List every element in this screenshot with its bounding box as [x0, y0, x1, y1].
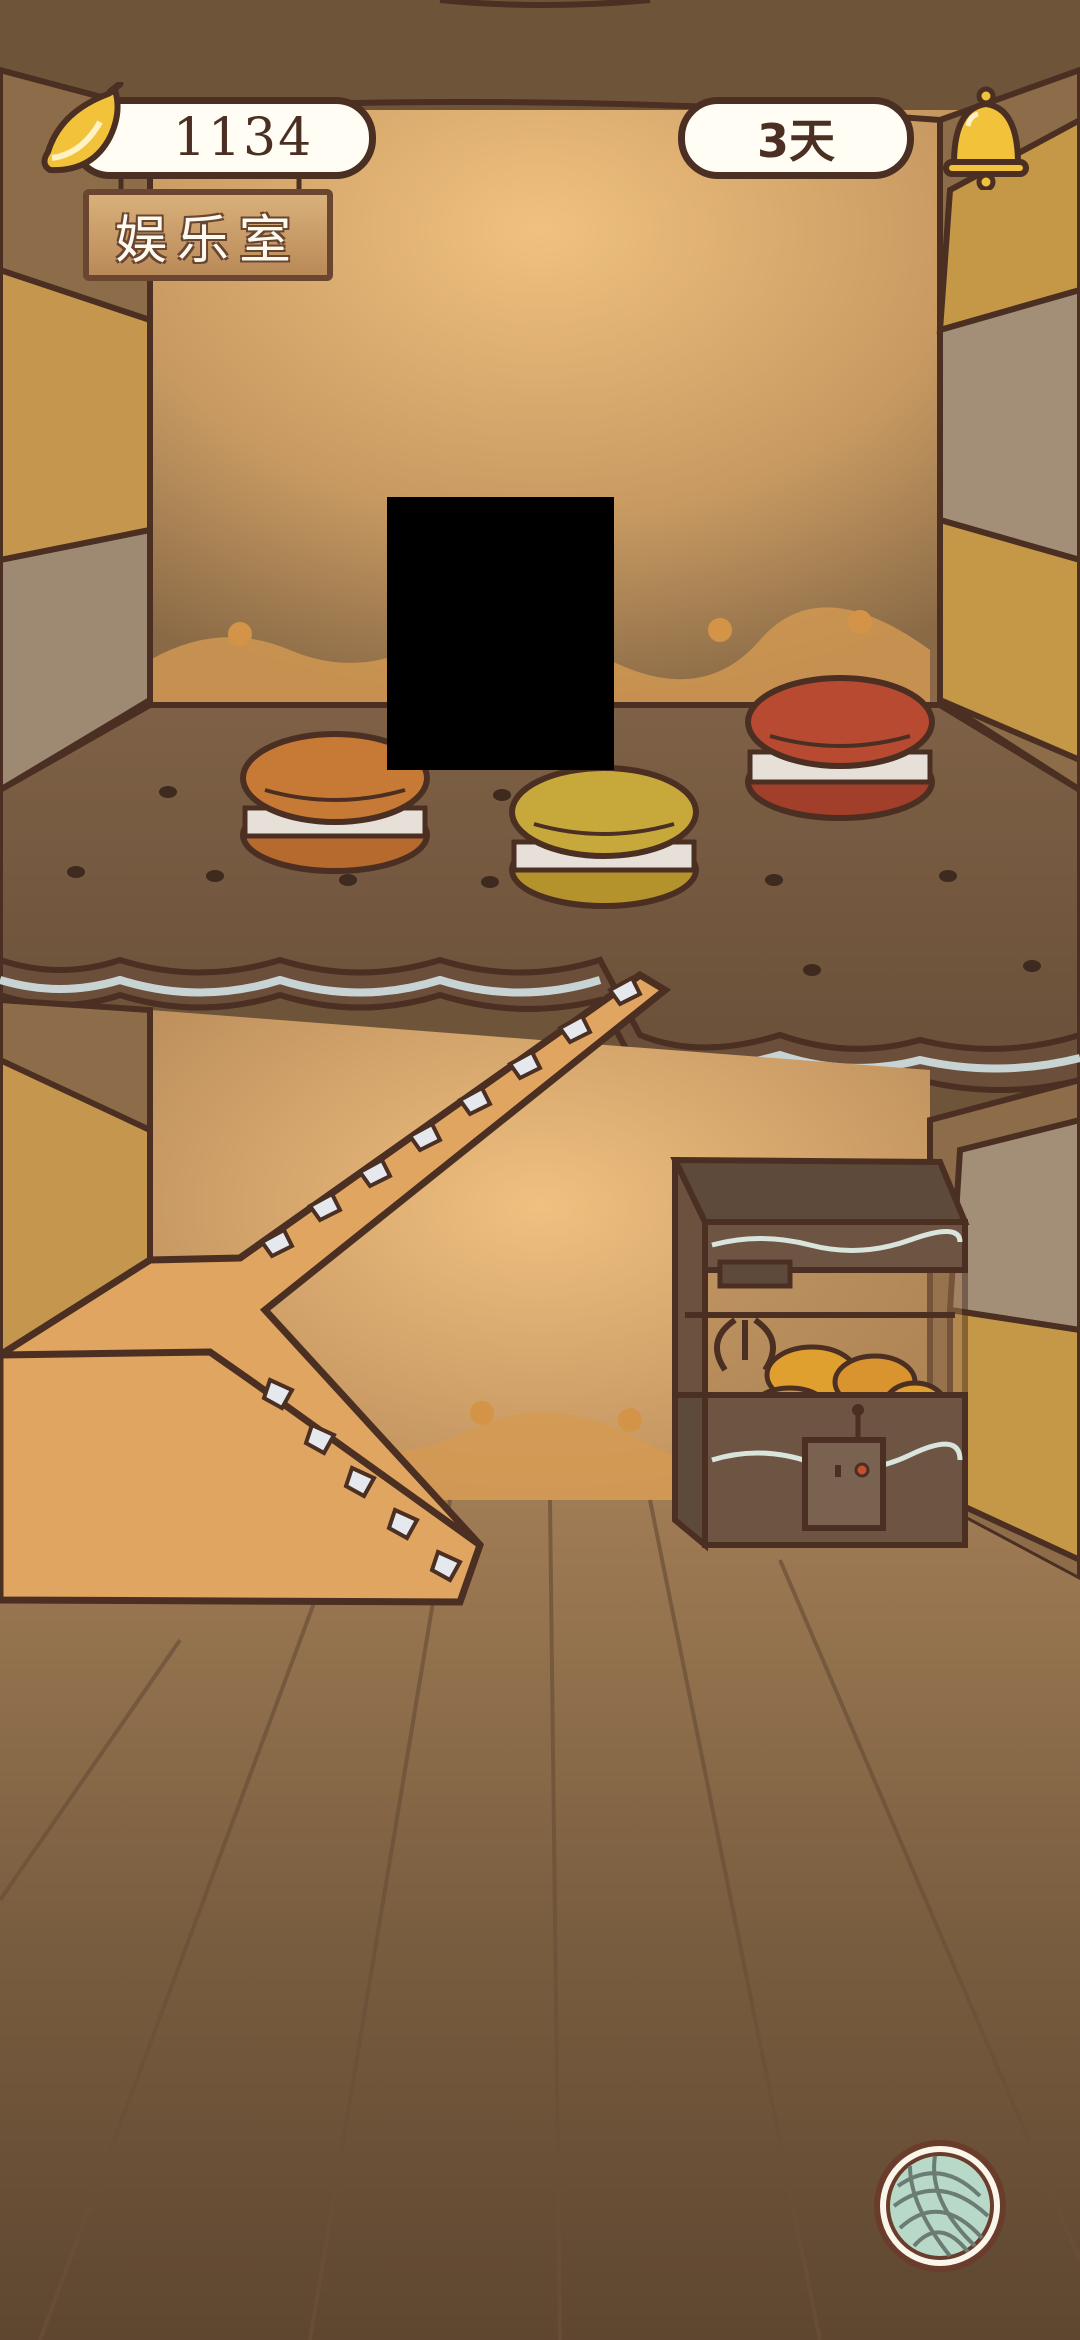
- yellow-macaron[interactable]: [509, 765, 699, 909]
- room-name: 娱乐室: [114, 210, 301, 271]
- bell-icon[interactable]: [940, 86, 1032, 190]
- redacted-region: [387, 497, 614, 770]
- game-room-scene: [0, 0, 1080, 2340]
- day-count: 3天: [756, 114, 835, 168]
- yarn-ball-icon: [886, 2152, 994, 2260]
- banana-count: 1134: [172, 108, 314, 168]
- claw-machine[interactable]: [670, 1156, 970, 1552]
- banana-icon: [41, 82, 124, 174]
- room-name-sign: 娱乐室: [83, 189, 333, 281]
- day-counter: 3天: [678, 97, 914, 179]
- yarn-ball-button[interactable]: [874, 2140, 1006, 2272]
- red-macaron[interactable]: [745, 675, 935, 821]
